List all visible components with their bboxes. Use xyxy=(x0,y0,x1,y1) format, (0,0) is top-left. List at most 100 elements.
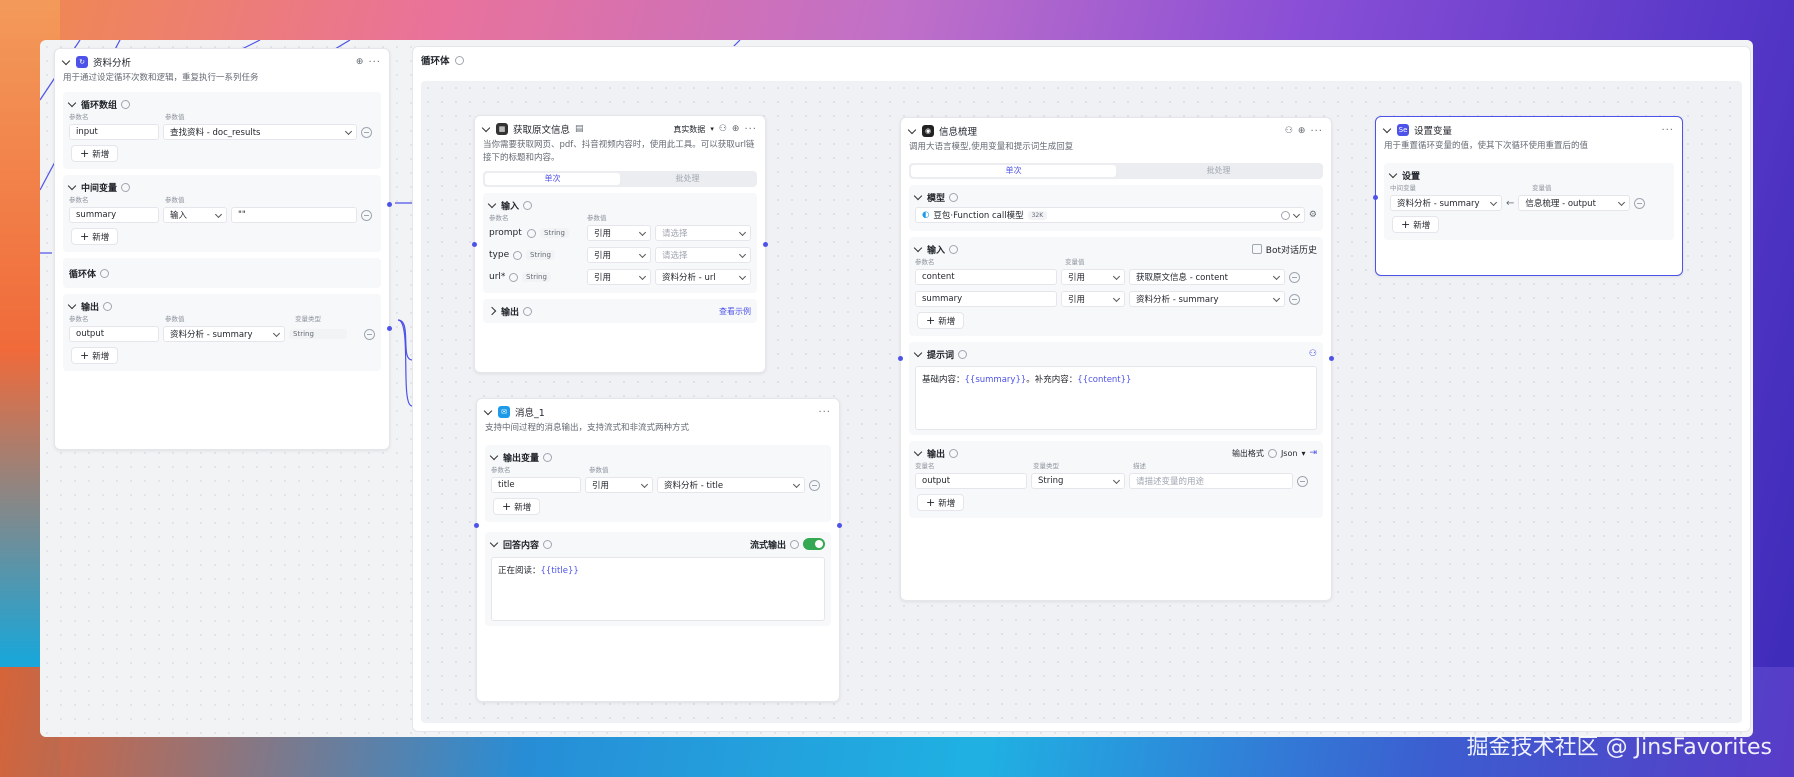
param-value-select[interactable]: 请选择 xyxy=(655,225,751,241)
run-icon[interactable]: ⊕ xyxy=(356,57,364,67)
remove-icon[interactable] xyxy=(361,126,372,138)
param-value-select[interactable]: 资料分析 - summary xyxy=(1129,291,1285,307)
collapse-chevron-icon[interactable] xyxy=(61,56,71,66)
param-value-select[interactable]: 请选择 xyxy=(655,247,751,263)
output-settings-icon[interactable]: ⇥ xyxy=(1309,448,1317,458)
input-port[interactable] xyxy=(898,356,903,361)
add-button[interactable]: + 新增 xyxy=(917,494,965,511)
model-select[interactable]: ◐ 豆包·Function call模型 32K xyxy=(915,207,1305,223)
add-button[interactable]: + 新增 xyxy=(71,347,119,364)
output-port[interactable] xyxy=(837,523,842,528)
output-value-select[interactable]: 资料分析 - summary xyxy=(163,326,285,342)
add-button[interactable]: + 新增 xyxy=(493,498,541,515)
var-value-select[interactable]: 资料分析 - title xyxy=(657,477,805,493)
run-icon[interactable]: ⊕ xyxy=(732,124,740,134)
llm-node[interactable]: ◉ 信息梳理 ⚇ ⊕ ··· 调用大语言模型,使用变量和提示词生成回复 单次 批… xyxy=(898,117,1334,601)
collapse-chevron-icon[interactable] xyxy=(481,123,491,133)
message-node[interactable]: ✉ 消息_1 ··· 支持中间过程的消息输出，支持流式和非流式两种方式 输出变量… xyxy=(474,398,842,702)
debug-icon[interactable]: ⚇ xyxy=(719,124,727,134)
format-select[interactable]: Json xyxy=(1281,449,1298,458)
set-variable-node[interactable]: Se 设置变量 ··· 用于重置循环变量的值，使其下次循环使用重置后的值 设置 … xyxy=(1373,116,1683,276)
source-var-select[interactable]: 信息梳理 - output xyxy=(1518,195,1631,211)
chevron-down-icon[interactable] xyxy=(67,181,77,191)
chevron-down-icon[interactable] xyxy=(489,538,499,548)
fetch-node[interactable]: ▦ 获取原文信息 ▤ 真实数据 ▾ ⚇ ⊕ ··· 当你需要获取网页、pdf、抖音… xyxy=(472,115,768,373)
tab-single[interactable]: 单次 xyxy=(485,173,620,185)
prompt-library-icon[interactable]: ⚇ xyxy=(1309,349,1317,359)
add-button[interactable]: + 新增 xyxy=(917,312,965,329)
collapse-chevron-icon[interactable] xyxy=(907,125,917,135)
param-mode-select[interactable]: 引用 xyxy=(1061,291,1125,307)
output-desc-input[interactable]: 请描述变量的用途 xyxy=(1129,473,1293,489)
chevron-right-icon[interactable] xyxy=(487,306,497,316)
add-button[interactable]: + 新增 xyxy=(71,145,119,162)
target-var-select[interactable]: 资料分析 - summary xyxy=(1390,195,1502,211)
remove-icon[interactable] xyxy=(809,479,820,491)
stream-toggle[interactable] xyxy=(803,538,825,550)
more-icon[interactable]: ··· xyxy=(1661,125,1674,136)
add-button[interactable]: + 新增 xyxy=(71,228,119,245)
param-value-select[interactable]: 查找资料 - doc_results xyxy=(163,124,357,140)
remove-icon[interactable] xyxy=(361,209,372,221)
more-icon[interactable]: ··· xyxy=(818,407,831,418)
remove-icon[interactable] xyxy=(1289,271,1300,283)
prompt-editor[interactable]: 基础内容：{{summary}}。补充内容：{{content}} xyxy=(915,366,1317,430)
param-value-select[interactable]: 获取原文信息 - content xyxy=(1129,269,1285,285)
param-value-input[interactable]: "" xyxy=(231,207,357,223)
remove-icon[interactable] xyxy=(364,328,375,340)
data-mode-select[interactable]: 真实数据 xyxy=(673,124,705,135)
input-port[interactable] xyxy=(472,242,477,247)
param-mode-select[interactable]: 引用 xyxy=(1061,269,1125,285)
tab-single[interactable]: 单次 xyxy=(911,165,1116,177)
remove-icon[interactable] xyxy=(1634,197,1646,209)
param-value-select[interactable]: 资料分析 - url xyxy=(655,269,751,285)
param-mode-select[interactable]: 输入 xyxy=(163,207,227,223)
bot-history-checkbox[interactable] xyxy=(1251,244,1262,254)
view-example-link[interactable]: 查看示例 xyxy=(719,306,751,317)
chevron-down-icon[interactable] xyxy=(913,191,923,201)
chevron-down-icon[interactable] xyxy=(913,243,923,253)
param-mode-select[interactable]: 引用 xyxy=(587,247,651,263)
param-name-input[interactable]: summary xyxy=(69,207,159,223)
workflow-canvas[interactable]: ↻ 资料分析 ⊕ ··· 用于通过设定循环次数和逻辑，重复执行一系列任务 循环数… xyxy=(40,40,1753,737)
tab-batch[interactable]: 批处理 xyxy=(1116,165,1321,177)
debug-icon[interactable]: ⚇ xyxy=(1285,126,1293,136)
param-mode-select[interactable]: 引用 xyxy=(587,269,651,285)
input-port[interactable] xyxy=(1373,195,1378,200)
chevron-down-icon[interactable] xyxy=(67,98,77,108)
chevron-down-icon[interactable] xyxy=(487,199,497,209)
more-icon[interactable]: ··· xyxy=(368,57,381,68)
output-port[interactable] xyxy=(1329,356,1334,361)
param-mode-select[interactable]: 引用 xyxy=(587,225,651,241)
output-type-select[interactable]: String xyxy=(1031,473,1125,489)
output-name-input[interactable]: output xyxy=(915,473,1027,489)
more-icon[interactable]: ··· xyxy=(1310,126,1323,137)
collapse-chevron-icon[interactable] xyxy=(1382,124,1392,134)
run-icon[interactable]: ⊕ xyxy=(1298,126,1306,136)
tab-batch[interactable]: 批处理 xyxy=(620,173,755,185)
var-mode-select[interactable]: 引用 xyxy=(585,477,653,493)
param-name-input[interactable]: content xyxy=(915,269,1057,285)
chevron-down-icon[interactable] xyxy=(913,348,923,358)
var-name-input[interactable]: title xyxy=(491,477,581,493)
output-port[interactable] xyxy=(763,242,768,247)
loop-node[interactable]: ↻ 资料分析 ⊕ ··· 用于通过设定循环次数和逻辑，重复执行一系列任务 循环数… xyxy=(54,48,392,450)
more-icon[interactable]: ··· xyxy=(744,124,757,135)
collapse-chevron-icon[interactable] xyxy=(483,406,493,416)
param-name-input[interactable]: input xyxy=(69,124,159,140)
remove-icon[interactable] xyxy=(1289,293,1300,305)
col-header: 参数名 xyxy=(69,196,89,204)
reply-content-editor[interactable]: 正在阅读：{{title}} xyxy=(491,557,825,621)
chevron-down-icon[interactable] xyxy=(489,451,499,461)
chevron-down-icon[interactable] xyxy=(1388,169,1398,179)
chevron-down-icon[interactable] xyxy=(913,447,923,457)
output-name-input[interactable]: output xyxy=(69,326,159,342)
chevron-down-icon[interactable] xyxy=(67,300,77,310)
settings-icon[interactable]: ⚙ xyxy=(1309,210,1317,220)
remove-icon[interactable] xyxy=(1297,475,1308,487)
param-name-input[interactable]: summary xyxy=(915,291,1057,307)
loop-port[interactable] xyxy=(387,326,392,331)
add-button[interactable]: + 新增 xyxy=(1392,216,1440,233)
input-port[interactable] xyxy=(474,523,479,528)
output-port[interactable] xyxy=(387,202,392,207)
